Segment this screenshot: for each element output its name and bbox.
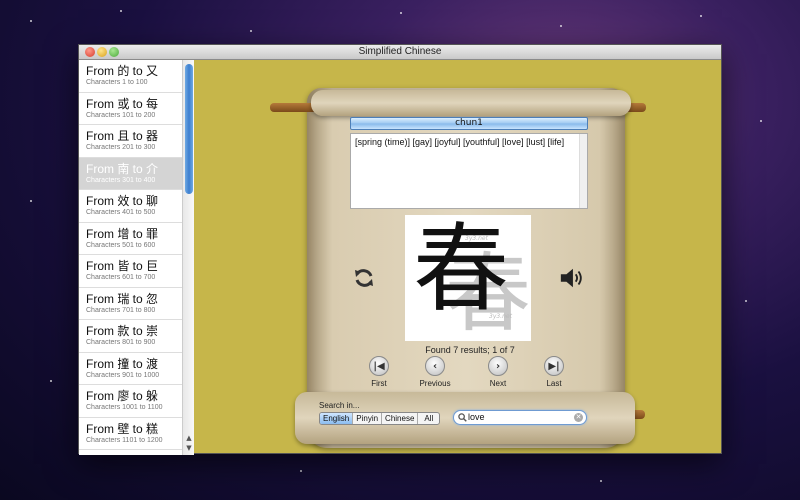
list-item-title: From 廖 to 躲: [86, 389, 159, 403]
first-label: First: [371, 379, 387, 388]
search-input[interactable]: love ✕: [453, 410, 587, 425]
app-window: Simplified Chinese From 的 to 又 Characters…: [78, 44, 722, 455]
list-item[interactable]: From 款 to 崇 Characters 801 to 900: [79, 320, 193, 353]
last-icon: ▶|: [544, 356, 564, 376]
list-item-subtitle: Characters 401 to 500: [86, 209, 156, 216]
window-title: Simplified Chinese: [358, 46, 442, 57]
list-item[interactable]: From 增 to 罪 Characters 501 to 600: [79, 222, 193, 255]
main-panel: chun1 [spring (time)] [gay] [joyful] [yo…: [195, 60, 722, 455]
list-item[interactable]: From 壁 to 糕 Characters 1101 to 1200: [79, 417, 193, 450]
list-item-title: From 壁 to 糕: [86, 421, 159, 436]
list-item-title: From 或 to 每: [86, 96, 159, 111]
list-item-subtitle: Characters 1001 to 1100: [86, 404, 163, 411]
list-item-subtitle: Characters 201 to 300: [86, 144, 156, 151]
next-button[interactable]: › Next: [473, 356, 523, 388]
list-item-subtitle: Characters 1 to 100: [86, 79, 148, 86]
definition-scrollbar[interactable]: [579, 134, 587, 208]
pinyin-label: chun1: [350, 117, 588, 130]
list-item-title: From 增 to 罪: [86, 226, 159, 241]
list-item-subtitle: Characters 301 to 400: [86, 176, 156, 184]
first-icon: |◀: [369, 356, 389, 376]
list-item-title: From 皆 to 巨: [86, 259, 159, 273]
character-glyph: 春: [413, 215, 509, 325]
definition-content: [spring (time)] [gay] [joyful] [youthful…: [355, 137, 565, 147]
search-mode-selector[interactable]: English Pinyin Chinese All: [319, 412, 441, 425]
list-item-title: From 南 to 介: [86, 161, 159, 176]
list-item-title: From 的 to 又: [86, 64, 159, 78]
list-item-subtitle: Characters 501 to 600: [86, 241, 156, 249]
search-mode-english[interactable]: English: [320, 413, 354, 424]
search-mode-pinyin[interactable]: Pinyin: [353, 413, 383, 424]
character-image: 春 春 3y3.net 3y3.net: [405, 215, 531, 341]
list-item-title: From 效 to 聊: [86, 194, 159, 208]
list-item-title: From 款 to 崇: [86, 324, 159, 338]
list-item[interactable]: From 且 to 器 Characters 201 to 300: [79, 125, 193, 158]
list-item-title: From 撞 to 渡: [86, 356, 159, 371]
search-in-label: Search in...: [319, 401, 360, 410]
watermark-top: 3y3.net: [465, 235, 488, 242]
list-item-subtitle: Characters 601 to 700: [86, 274, 156, 281]
list-item[interactable]: From 廖 to 躲 Characters 1001 to 1100: [79, 385, 193, 418]
list-item[interactable]: From 撞 to 渡 Characters 901 to 1000: [79, 352, 193, 385]
search-value: love: [468, 412, 485, 422]
watermark-bottom: 3y3.net: [489, 313, 512, 320]
scroll-roll-top: [311, 90, 631, 116]
previous-button[interactable]: ‹ Previous: [410, 356, 460, 388]
next-label: Next: [489, 379, 507, 388]
previous-label: Previous: [419, 379, 451, 388]
scroll-up-arrow-icon[interactable]: ▲: [185, 434, 193, 442]
results-count: Found 7 results; 1 of 7: [425, 345, 515, 355]
list-item-subtitle: Characters 801 to 900: [86, 339, 156, 346]
first-button[interactable]: |◀ First: [354, 356, 404, 388]
list-item-subtitle: Characters 101 to 200: [86, 111, 156, 119]
list-item[interactable]: From 南 to 介 Characters 301 to 400: [79, 157, 193, 190]
definition-text[interactable]: [spring (time)] [gay] [joyful] [youthful…: [350, 133, 588, 209]
last-button[interactable]: ▶| Last: [529, 356, 579, 388]
search-icon: [458, 413, 467, 422]
speaker-icon[interactable]: [559, 265, 585, 291]
list-item[interactable]: From 效 to 聊 Characters 401 to 500: [79, 190, 193, 223]
list-item[interactable]: From 瑞 to 忽 Characters 701 to 800: [79, 287, 193, 320]
previous-icon: ‹: [425, 356, 445, 376]
list-item-subtitle: Characters 701 to 800: [86, 306, 156, 314]
clear-search-icon[interactable]: ✕: [574, 413, 583, 422]
scroll-down-arrow-icon[interactable]: ▼: [185, 444, 193, 452]
sidebar-scroll-thumb[interactable]: [185, 64, 193, 194]
list-item-subtitle: Characters 1101 to 1200: [86, 436, 163, 444]
sidebar-scrollbar[interactable]: ▲ ▼: [182, 60, 194, 455]
refresh-icon[interactable]: [351, 265, 377, 291]
list-item[interactable]: From 的 to 又 Characters 1 to 100: [79, 60, 193, 93]
list-item[interactable]: From 或 to 每 Characters 101 to 200: [79, 92, 193, 125]
search-mode-chinese[interactable]: Chinese: [382, 413, 419, 424]
last-label: Last: [546, 379, 562, 388]
list-item[interactable]: From 皆 to 巨 Characters 601 to 700: [79, 255, 193, 288]
title-bar[interactable]: Simplified Chinese: [79, 45, 721, 60]
character-range-list[interactable]: From 的 to 又 Characters 1 to 100 From 或 to …: [79, 60, 194, 455]
list-item-subtitle: Characters 901 to 1000: [86, 371, 160, 379]
list-item-title: From 且 to 器: [86, 129, 159, 143]
search-mode-all[interactable]: All: [418, 413, 439, 424]
list-item-title: From 瑞 to 忽: [86, 291, 159, 306]
next-icon: ›: [488, 356, 508, 376]
